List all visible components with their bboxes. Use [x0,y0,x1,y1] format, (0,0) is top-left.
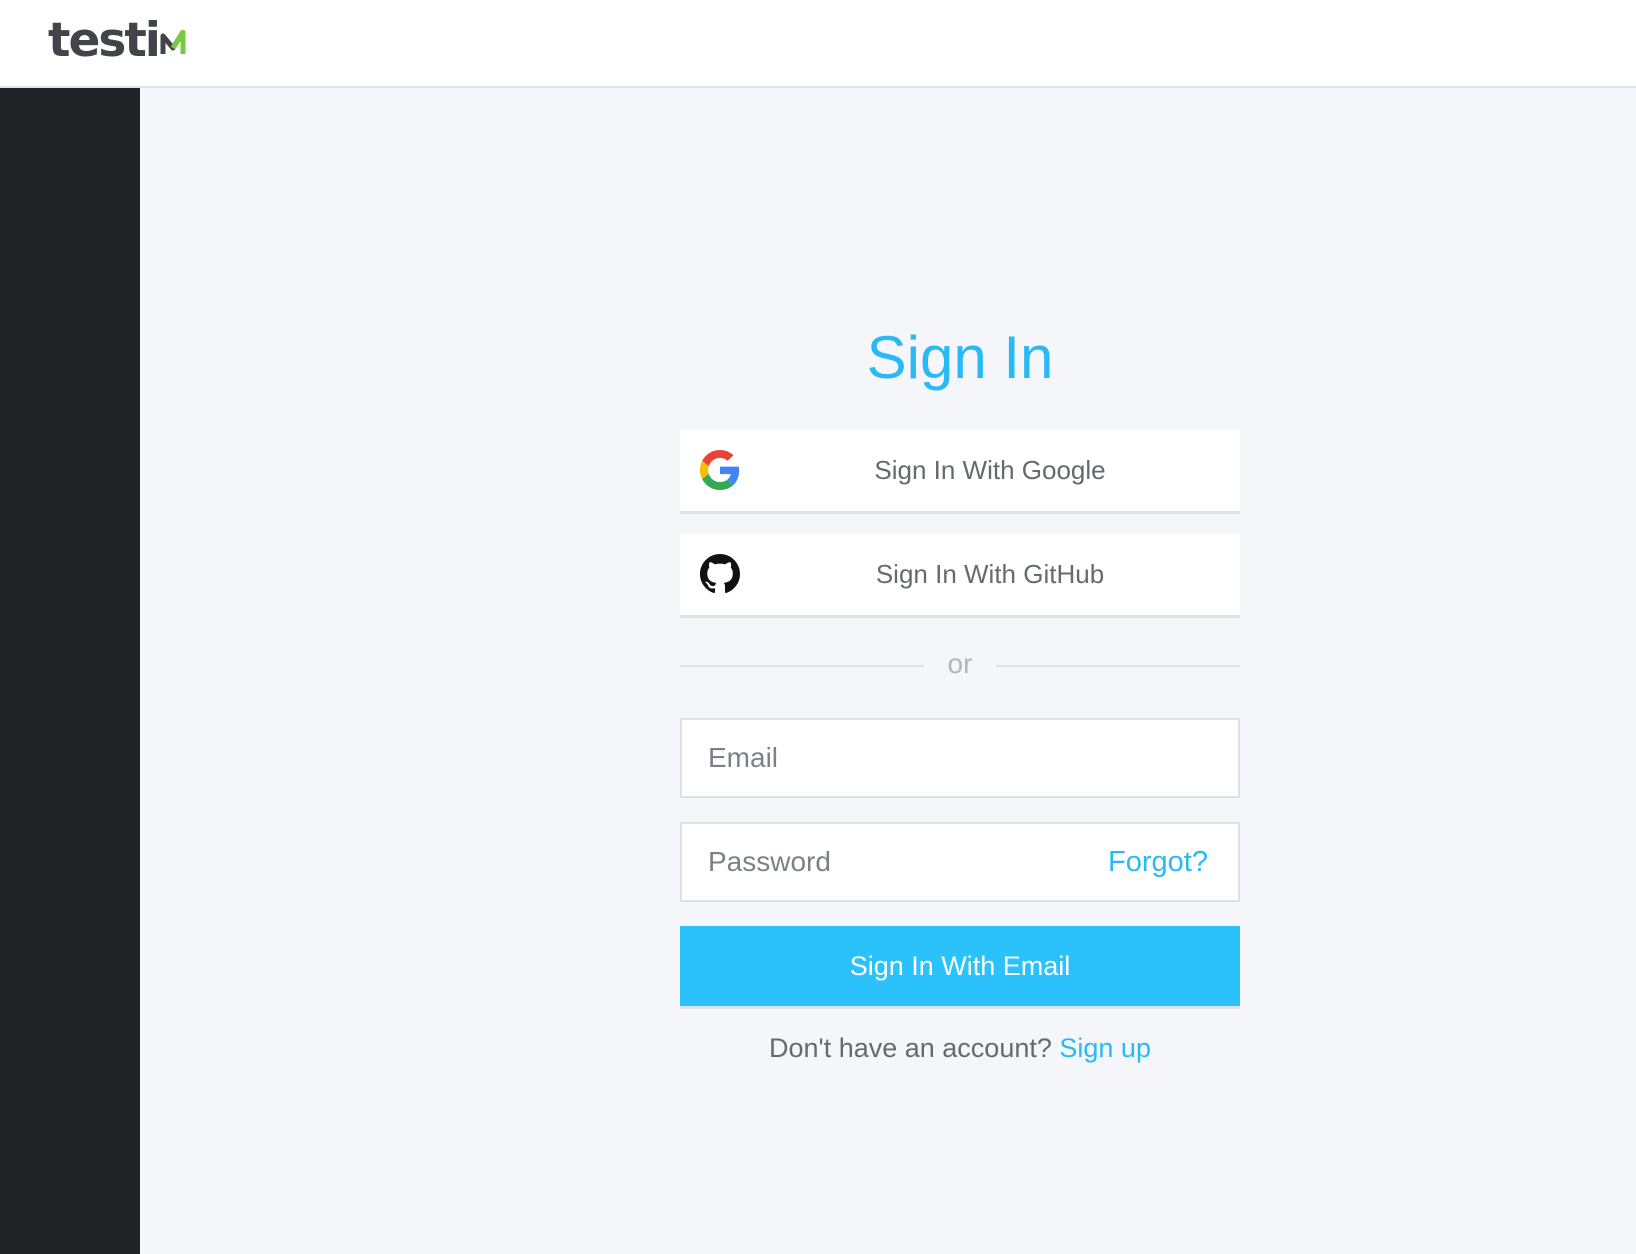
github-icon [700,554,740,594]
forgot-password-link[interactable]: Forgot? [1108,824,1208,900]
sidebar [0,88,140,1254]
signup-prompt: Don't have an account? Sign up [680,1028,1240,1068]
github-signin-label: Sign In With GitHub [875,559,1105,589]
github-signin-button[interactable]: Sign In With GitHub [680,534,1240,618]
logo-checkmark-icon [160,30,186,54]
google-signin-button[interactable]: Sign In With Google [680,430,1240,514]
main-content: Sign In Sign In With Google Sign In With… [140,88,1636,1254]
password-field-container: Forgot? [680,822,1240,902]
signup-link[interactable]: Sign up [1059,1033,1151,1063]
email-signin-button[interactable]: Sign In With Email [680,926,1240,1009]
testim-logo[interactable]: testi [48,16,186,66]
top-bar: testi [0,0,1636,88]
divider-text: or [947,648,973,679]
google-signin-label: Sign In With Google [874,455,1106,485]
signup-prompt-text: Don't have an account? [769,1033,1052,1063]
or-divider: or [680,644,1240,684]
email-field[interactable] [682,720,1238,796]
page-title: Sign In [866,324,1054,391]
logo-text: testi [48,13,161,68]
divider-line-right [996,665,1240,667]
google-icon [700,450,740,490]
email-field-container [680,718,1240,798]
